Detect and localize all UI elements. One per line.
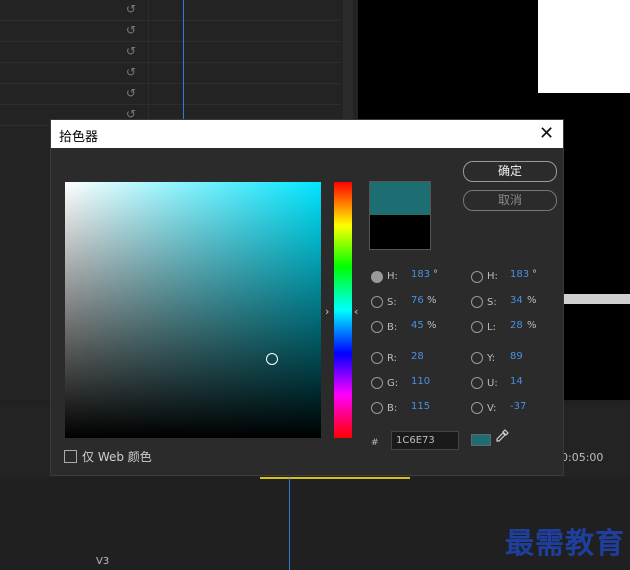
value-hsl-h[interactable]: 183: [510, 269, 529, 280]
label-hsl-h: H:: [487, 271, 498, 282]
track-label-v3: V3: [96, 556, 110, 567]
label-hsb-b: B:: [387, 322, 398, 333]
reset-icon[interactable]: ↺: [126, 2, 136, 16]
eyedropper-icon[interactable]: [495, 429, 509, 447]
label-rgb-b: B:: [387, 403, 398, 414]
label-hsb-s: S:: [387, 297, 397, 308]
hue-slider-arrow-right-icon[interactable]: ‹: [354, 305, 358, 318]
new-color-swatch: [369, 181, 431, 216]
label-hsb-h: H:: [387, 271, 398, 282]
hex-input[interactable]: 1C6E73: [391, 431, 459, 450]
radio-hsb-h[interactable]: [371, 271, 383, 283]
label-yuv-y: Y:: [487, 353, 496, 364]
param-row: ↺: [0, 84, 340, 105]
value-rgb-r[interactable]: 28: [411, 351, 424, 362]
unit-hsl-l: %: [527, 320, 537, 331]
value-yuv-y[interactable]: 89: [510, 351, 523, 362]
radio-yuv-y[interactable]: [471, 352, 483, 364]
radio-hsl-l[interactable]: [471, 321, 483, 333]
watermark-text: 最需教育: [505, 526, 626, 560]
timeline-playhead[interactable]: [289, 478, 290, 570]
cancel-button[interactable]: 取消: [463, 190, 557, 211]
radio-rgb-g[interactable]: [371, 377, 383, 389]
value-hsl-l[interactable]: 28: [510, 320, 523, 331]
radio-hsb-b[interactable]: [371, 321, 383, 333]
color-preview-chip: [471, 434, 491, 446]
param-row: ↺: [0, 42, 340, 63]
monitor-scroll-bar[interactable]: [562, 294, 630, 304]
monitor-frame-preview: [538, 0, 630, 93]
radio-hsl-h[interactable]: [471, 271, 483, 283]
label-rgb-g: G:: [387, 378, 399, 389]
old-color-swatch[interactable]: [369, 215, 431, 250]
hue-slider-arrow-left-icon[interactable]: ›: [325, 305, 329, 318]
param-row: ↺: [0, 21, 340, 42]
label-hsl-s: S:: [487, 297, 497, 308]
timecode-label: 0:05:00: [561, 451, 604, 464]
ok-button[interactable]: 确定: [463, 161, 557, 182]
label-yuv-u: U:: [487, 378, 498, 389]
value-yuv-v[interactable]: -37: [510, 401, 526, 412]
web-only-checkbox[interactable]: [64, 450, 77, 463]
label-rgb-r: R:: [387, 353, 398, 364]
radio-rgb-r[interactable]: [371, 352, 383, 364]
color-picker-dialog: 拾色器 ✕ › ‹ 仅 Web 颜色 确定 取消 H: 183 ° S: 76 …: [50, 119, 564, 476]
radio-yuv-u[interactable]: [471, 377, 483, 389]
reset-icon[interactable]: ↺: [126, 44, 136, 58]
reset-icon[interactable]: ↺: [126, 65, 136, 79]
hue-slider[interactable]: [334, 182, 352, 438]
value-rgb-b[interactable]: 115: [411, 401, 430, 412]
radio-rgb-b[interactable]: [371, 402, 383, 414]
unit-hsb-s: %: [427, 295, 437, 306]
unit-hsb-b: %: [427, 320, 437, 331]
value-hsl-s[interactable]: 34: [510, 295, 523, 306]
radio-hsb-s[interactable]: [371, 296, 383, 308]
work-area-bar[interactable]: [260, 477, 410, 479]
value-hsb-s[interactable]: 76: [411, 295, 424, 306]
web-only-label: 仅 Web 颜色: [82, 450, 152, 464]
value-rgb-g[interactable]: 110: [411, 376, 430, 387]
close-icon[interactable]: ✕: [539, 123, 554, 144]
param-row: ↺: [0, 63, 340, 84]
reset-icon[interactable]: ↺: [126, 86, 136, 100]
radio-hsl-s[interactable]: [471, 296, 483, 308]
label-yuv-v: V:: [487, 403, 497, 414]
value-hsb-h[interactable]: 183: [411, 269, 430, 280]
label-hsl-l: L:: [487, 322, 496, 333]
reset-icon[interactable]: ↺: [126, 23, 136, 37]
color-cursor[interactable]: [266, 353, 278, 365]
dialog-title: 拾色器: [59, 130, 99, 145]
playhead-line: [183, 0, 184, 130]
unit-hsl-s: %: [527, 295, 537, 306]
param-row: ↺: [0, 0, 340, 21]
value-hsb-b[interactable]: 45: [411, 320, 424, 331]
saturation-brightness-field[interactable]: [65, 182, 321, 438]
dialog-titlebar[interactable]: 拾色器 ✕: [51, 120, 563, 148]
radio-yuv-v[interactable]: [471, 402, 483, 414]
value-yuv-u[interactable]: 14: [510, 376, 523, 387]
unit-hsb-h: °: [433, 269, 438, 280]
hex-prefix: #: [371, 438, 379, 448]
unit-hsl-h: °: [532, 269, 537, 280]
